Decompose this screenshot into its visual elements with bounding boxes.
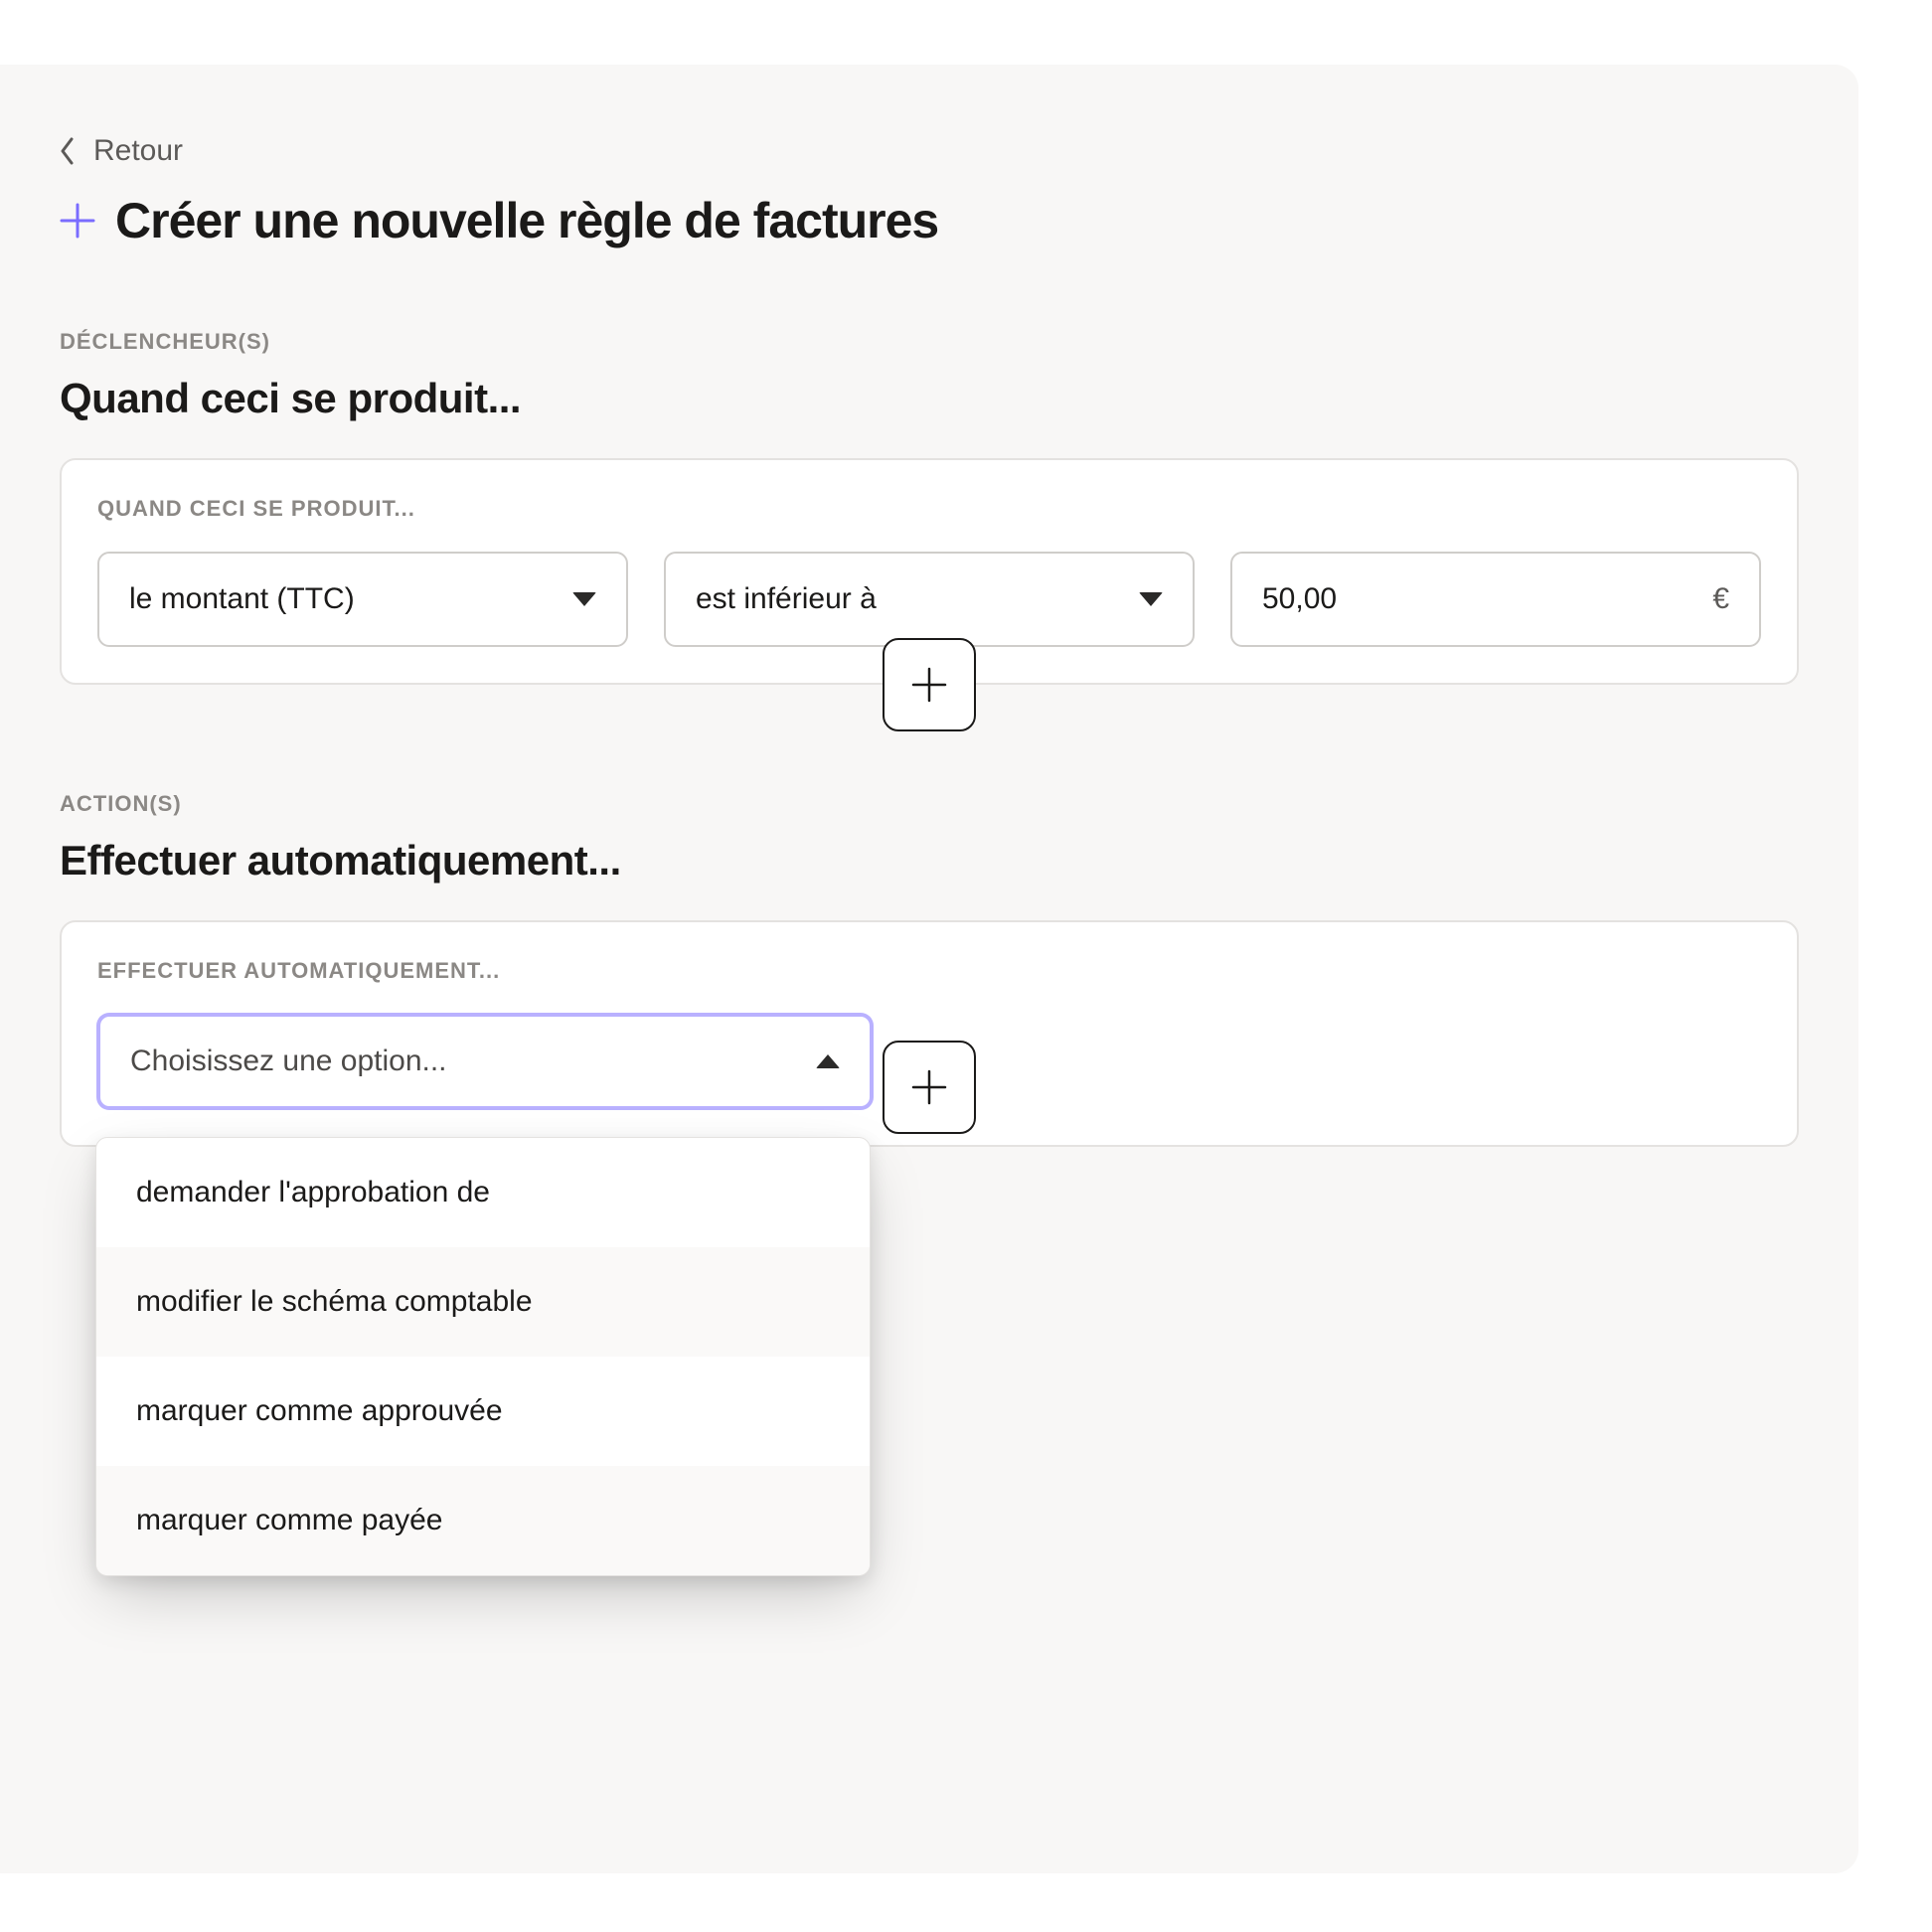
currency-suffix: € xyxy=(1712,582,1729,616)
caret-down-icon xyxy=(572,592,596,606)
actions-heading: Effectuer automatiquement... xyxy=(60,837,1799,885)
action-option[interactable]: marquer comme approuvée xyxy=(96,1357,870,1466)
action-select[interactable]: Choisissez une option... xyxy=(97,1014,873,1109)
trigger-field-value: le montant (TTC) xyxy=(129,582,355,616)
actions-overline: ACTION(S) xyxy=(60,791,1799,817)
plus-icon xyxy=(60,203,95,239)
trigger-field-select[interactable]: le montant (TTC) xyxy=(97,552,628,647)
triggers-heading: Quand ceci se produit... xyxy=(60,375,1799,422)
action-option[interactable]: marquer comme payée xyxy=(96,1466,870,1575)
caret-down-icon xyxy=(1139,592,1163,606)
action-dropdown: demander l'approbation de modifier le sc… xyxy=(95,1137,871,1576)
back-link[interactable]: Retour xyxy=(60,134,183,168)
page-panel: Retour Créer une nouvelle règle de factu… xyxy=(0,65,1858,1873)
add-trigger-button[interactable] xyxy=(883,638,976,731)
triggers-overline: DÉCLENCHEUR(S) xyxy=(60,329,1799,355)
page-title: Créer une nouvelle règle de factures xyxy=(115,192,938,249)
trigger-amount-input[interactable]: 50,00 € xyxy=(1230,552,1761,647)
action-select-placeholder: Choisissez une option... xyxy=(130,1045,447,1078)
trigger-operator-select[interactable]: est inférieur à xyxy=(664,552,1195,647)
trigger-operator-value: est inférieur à xyxy=(696,582,877,616)
page-title-row: Créer une nouvelle règle de factures xyxy=(60,192,1799,249)
action-option[interactable]: demander l'approbation de xyxy=(96,1138,870,1247)
chevron-left-icon xyxy=(60,137,76,165)
caret-up-icon xyxy=(816,1054,840,1068)
action-option[interactable]: modifier le schéma comptable xyxy=(96,1247,870,1357)
back-label: Retour xyxy=(93,134,183,168)
actions-card-overline: EFFECTUER AUTOMATIQUEMENT... xyxy=(97,958,1761,984)
triggers-card-overline: QUAND CECI SE PRODUIT... xyxy=(97,496,1761,522)
trigger-amount-value: 50,00 xyxy=(1262,582,1337,616)
add-action-button[interactable] xyxy=(883,1041,976,1134)
